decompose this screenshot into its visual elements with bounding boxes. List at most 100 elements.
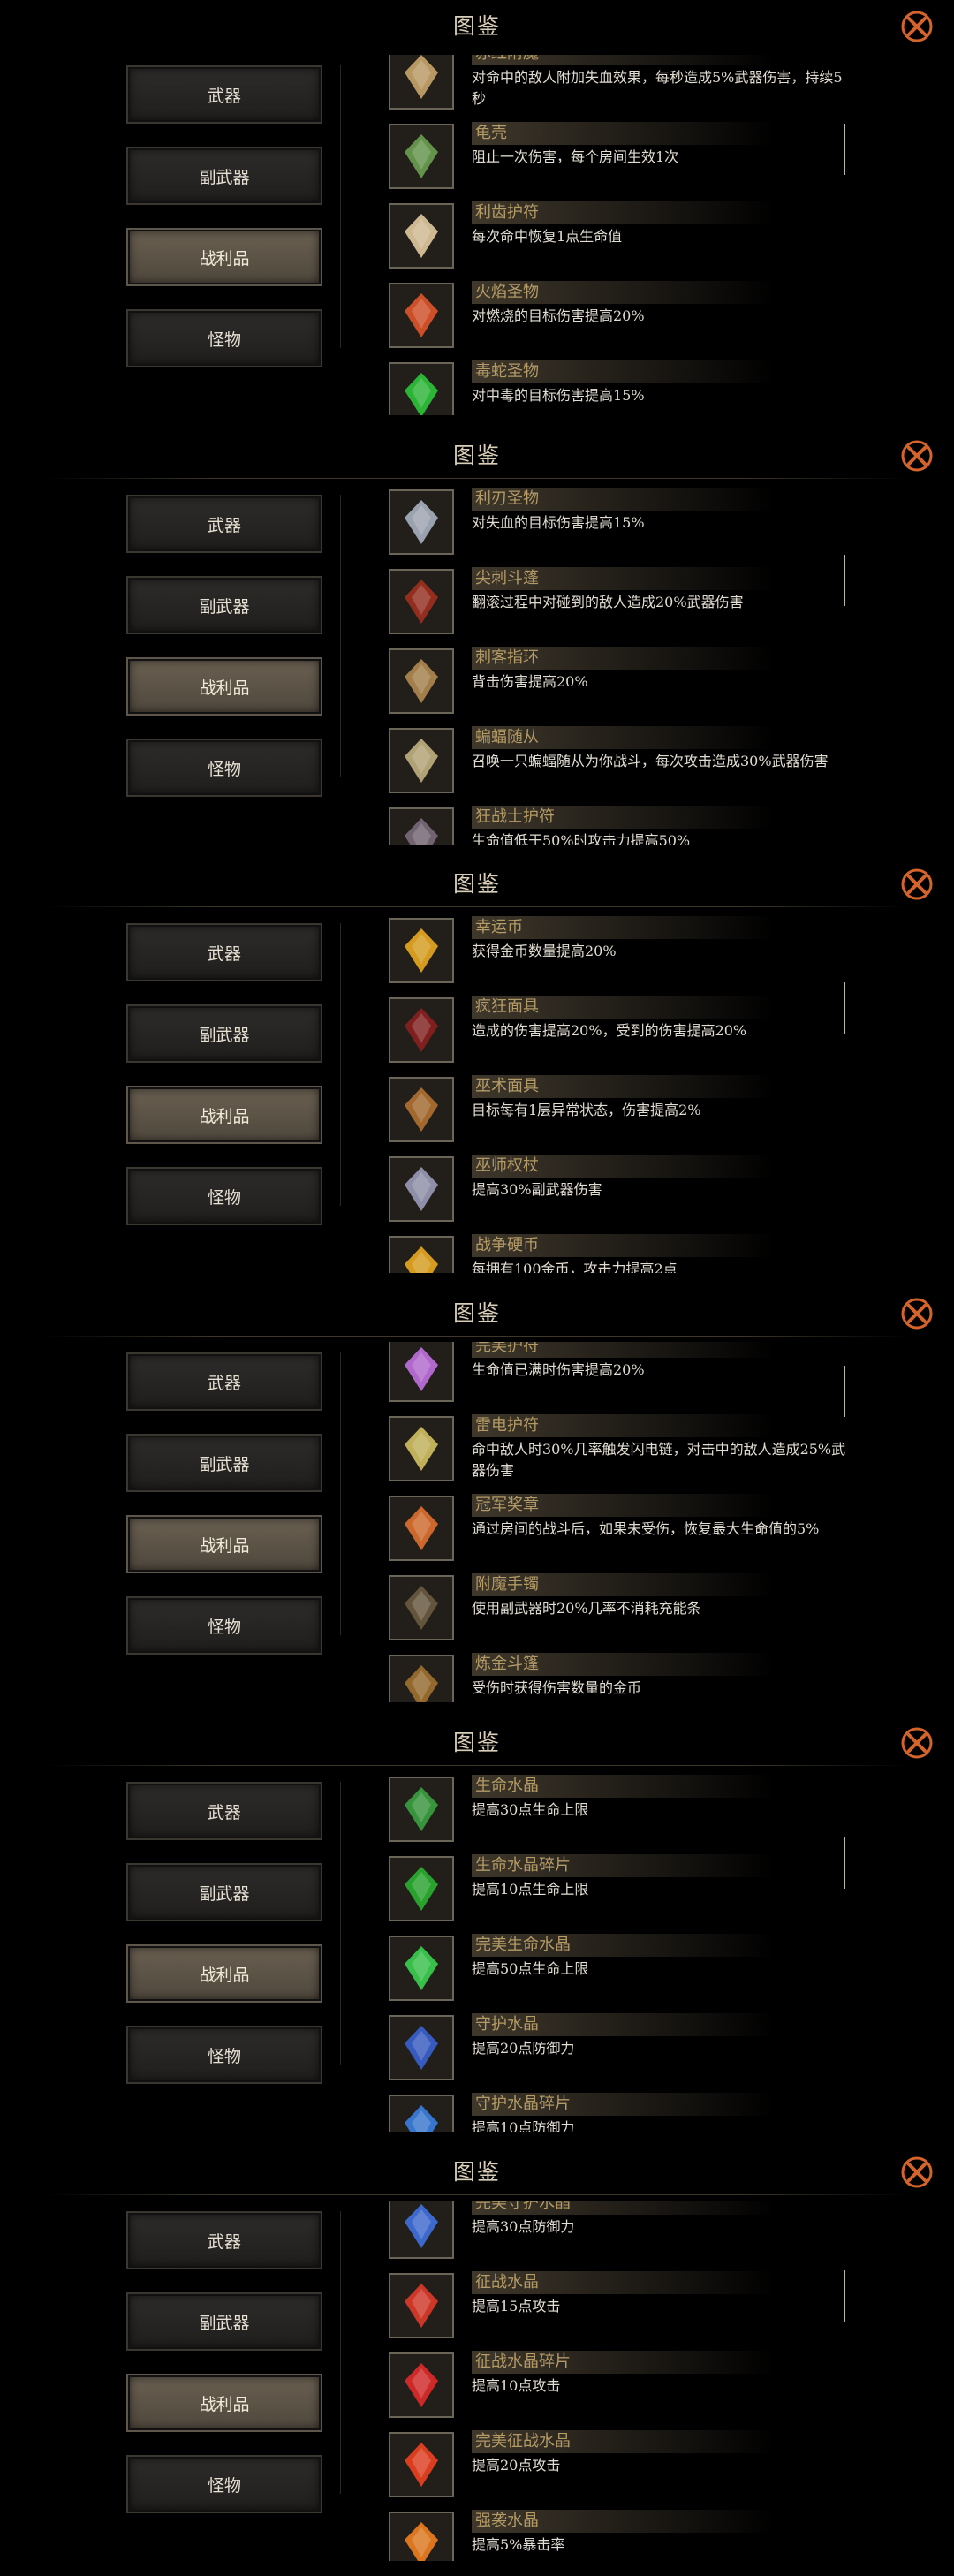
list-item[interactable]: 完美生命水晶 提高50点生命上限 (380, 1930, 874, 2008)
list-item[interactable]: 刺客指环 背击伤害提高20% (380, 643, 874, 721)
list-item[interactable]: 完美守护水晶 提高30点防御力 (380, 2201, 874, 2266)
header-divider (44, 1336, 910, 1337)
tab-category-2[interactable]: 战利品 (126, 228, 322, 286)
list-item[interactable]: 炼金斗篷 受伤时获得伤害数量的金币 (380, 1649, 874, 1702)
tab-category-0[interactable]: 武器 (126, 923, 322, 981)
tab-category-1[interactable]: 副武器 (126, 1863, 322, 1921)
close-button[interactable] (899, 1296, 935, 1331)
tab-category-3[interactable]: 怪物 (126, 309, 322, 367)
list-item[interactable]: 火焰圣物 对燃烧的目标伤害提高20% (380, 277, 874, 355)
close-button[interactable] (899, 9, 935, 44)
page-title: 图鉴 (452, 443, 501, 468)
list-item[interactable]: 战争硬币 每拥有100金币，攻击力提高2点 (380, 1231, 874, 1273)
tab-category-0[interactable]: 武器 (126, 65, 322, 124)
list-item[interactable]: 尖刺斗篷 翻滚过程中对碰到的敌人造成20%武器伤害 (380, 564, 874, 641)
list-item[interactable]: 附魔手镯 使用副武器时20%几率不消耗充能条 (380, 1570, 874, 1648)
item-name: 强袭水晶 (472, 2510, 776, 2533)
close-button[interactable] (899, 867, 935, 902)
witch-mask-icon (390, 1079, 452, 1140)
item-list[interactable]: 赤红附魔对命中的敌人附加失血效果，每秒造成5%武器伤害，持续5秒 龟壳阻止一次伤… (380, 55, 874, 415)
item-description: 对中毒的目标伤害提高15% (472, 387, 645, 404)
tab-category-1[interactable]: 副武器 (126, 1004, 322, 1063)
item-list[interactable]: 完美护符 生命值已满时伤害提高20% 雷电护符 命中敌人时30%几率触发闪电链，对击… (380, 1342, 874, 1702)
list-item[interactable]: 征战水晶碎片 提高10点攻击 (380, 2347, 874, 2425)
item-description: 翻滚过程中对碰到的敌人造成20%武器伤害 (472, 594, 744, 610)
item-list[interactable]: 生命水晶 提高30点生命上限 生命水晶碎片 提高10点生命上限 完美生命水晶 提高50… (380, 1771, 874, 2132)
item-name: 刺客指环 (472, 647, 776, 670)
scrollbar[interactable] (844, 1837, 845, 1889)
list-item[interactable]: 疯狂面具 造成的伤害提高20%，受到的伤害提高20% (380, 992, 874, 1070)
column-divider (340, 495, 341, 777)
item-icon-frame (389, 362, 454, 415)
list-item[interactable]: 守护水晶 提高20点防御力 (380, 2010, 874, 2087)
tab-category-0[interactable]: 武器 (126, 2211, 322, 2269)
list-item[interactable]: 龟壳 阻止一次伤害，每个房间生效1次 (380, 118, 874, 196)
tab-category-1[interactable]: 副武器 (126, 147, 322, 205)
tab-category-2[interactable]: 战利品 (126, 1086, 322, 1144)
tab-category-1[interactable]: 副武器 (126, 2292, 322, 2351)
tab-category-3[interactable]: 怪物 (126, 1596, 322, 1655)
codex-panel: 图鉴 武器 副武器 战利品 怪物 完美守护水晶 提高30点防御力 征战水晶 提高15点攻击… (0, 2146, 954, 2575)
list-item[interactable]: 赤红附魔对命中的敌人附加失血效果，每秒造成5%武器伤害，持续5秒 (380, 55, 874, 117)
list-item[interactable]: 狂战士护符 生命值低于50%时攻击力提高50% (380, 802, 874, 845)
codex-panel: 图鉴 武器副武器战利品怪物 利刃圣物 对失血的目标伤害提高15% 尖刺斗篷 翻滚过程… (0, 429, 954, 859)
item-name: 巫师权杖 (472, 1155, 776, 1178)
tab-category-3[interactable]: 怪物 (126, 739, 322, 797)
close-icon (901, 868, 933, 900)
tab-category-0[interactable]: 武器 (126, 495, 322, 553)
item-list[interactable]: 完美守护水晶 提高30点防御力 征战水晶 提高15点攻击 征战水晶碎片 提高10点攻击… (380, 2201, 874, 2561)
scrollbar[interactable] (844, 555, 845, 606)
item-list[interactable]: 利刃圣物 对失血的目标伤害提高15% 尖刺斗篷 翻滚过程中对碰到的敌人造成20%武器… (380, 484, 874, 845)
scrollbar[interactable] (844, 982, 845, 1034)
list-item[interactable]: 完美护符 生命值已满时伤害提高20% (380, 1342, 874, 1409)
list-item[interactable]: 蝙蝠随从 召唤一只蝙蝠随从为你战斗，每次攻击造成30%武器伤害 (380, 723, 874, 800)
tab-category-3[interactable]: 怪物 (126, 2455, 322, 2513)
item-description: 提高20点防御力 (472, 2040, 575, 2057)
scrollbar[interactable] (844, 2270, 845, 2322)
list-item[interactable]: 巫师权杖 提高30%副武器伤害 (380, 1151, 874, 1229)
perfect-war-crystal-icon (390, 2434, 452, 2496)
list-item[interactable]: 强袭水晶 提高5%暴击率 (380, 2506, 874, 2561)
list-item[interactable]: 生命水晶碎片 提高10点生命上限 (380, 1851, 874, 1928)
tab-category-0[interactable]: 武器 (126, 1352, 322, 1411)
item-icon-frame (389, 569, 454, 634)
item-icon-frame (389, 489, 454, 555)
item-icon-frame (389, 1342, 454, 1402)
item-name: 征战水晶碎片 (472, 2351, 776, 2374)
tab-category-2[interactable]: 战利品 (126, 657, 322, 716)
wizard-scepter-icon (390, 1158, 452, 1220)
list-item[interactable]: 生命水晶 提高30点生命上限 (380, 1771, 874, 1849)
tab-category-1[interactable]: 副武器 (126, 1434, 322, 1492)
list-item[interactable]: 守护水晶碎片 提高10点防御力 (380, 2089, 874, 2132)
scrollbar[interactable] (844, 1366, 845, 1417)
close-button[interactable] (899, 2155, 935, 2190)
tab-category-2[interactable]: 战利品 (126, 1944, 322, 2003)
close-icon (901, 11, 933, 42)
close-button[interactable] (899, 438, 935, 474)
tab-category-2[interactable]: 战利品 (126, 2374, 322, 2432)
item-name: 毒蛇圣物 (472, 360, 776, 383)
list-item[interactable]: 毒蛇圣物对中毒的目标伤害提高15% (380, 357, 874, 415)
close-button[interactable] (899, 1725, 935, 1761)
tab-category-2[interactable]: 战利品 (126, 1515, 322, 1573)
list-item[interactable]: 雷电护符 命中敌人时30%几率触发闪电链，对击中的敌人造成25%武器伤害 (380, 1411, 874, 1489)
list-item[interactable]: 征战水晶 提高15点攻击 (380, 2268, 874, 2345)
list-item[interactable]: 利齿护符 每次命中恢复1点生命值 (380, 198, 874, 276)
item-name: 炼金斗篷 (472, 1653, 776, 1676)
list-item[interactable]: 幸运币 获得金币数量提高20% (380, 913, 874, 990)
fire-relic-icon (390, 284, 452, 346)
scrollbar[interactable] (844, 124, 845, 175)
scroll-icon (390, 55, 452, 108)
item-description: 目标每有1层异常状态，伤害提高2% (472, 1102, 701, 1118)
tab-category-3[interactable]: 怪物 (126, 2026, 322, 2084)
item-icon-frame (389, 283, 454, 348)
item-list[interactable]: 幸运币 获得金币数量提高20% 疯狂面具 造成的伤害提高20%，受到的伤害提高20%… (380, 913, 874, 1273)
list-item[interactable]: 利刃圣物 对失血的目标伤害提高15% (380, 484, 874, 562)
war-coin-icon (390, 1238, 452, 1273)
list-item[interactable]: 巫术面具 目标每有1层异常状态，伤害提高2% (380, 1072, 874, 1149)
tab-category-3[interactable]: 怪物 (126, 1167, 322, 1225)
list-item[interactable]: 冠军奖章 通过房间的战斗后，如果未受伤，恢复最大生命值的5% (380, 1490, 874, 1568)
tab-category-0[interactable]: 武器 (126, 1782, 322, 1840)
list-item[interactable]: 完美征战水晶 提高20点攻击 (380, 2427, 874, 2504)
tab-category-1[interactable]: 副武器 (126, 576, 322, 634)
